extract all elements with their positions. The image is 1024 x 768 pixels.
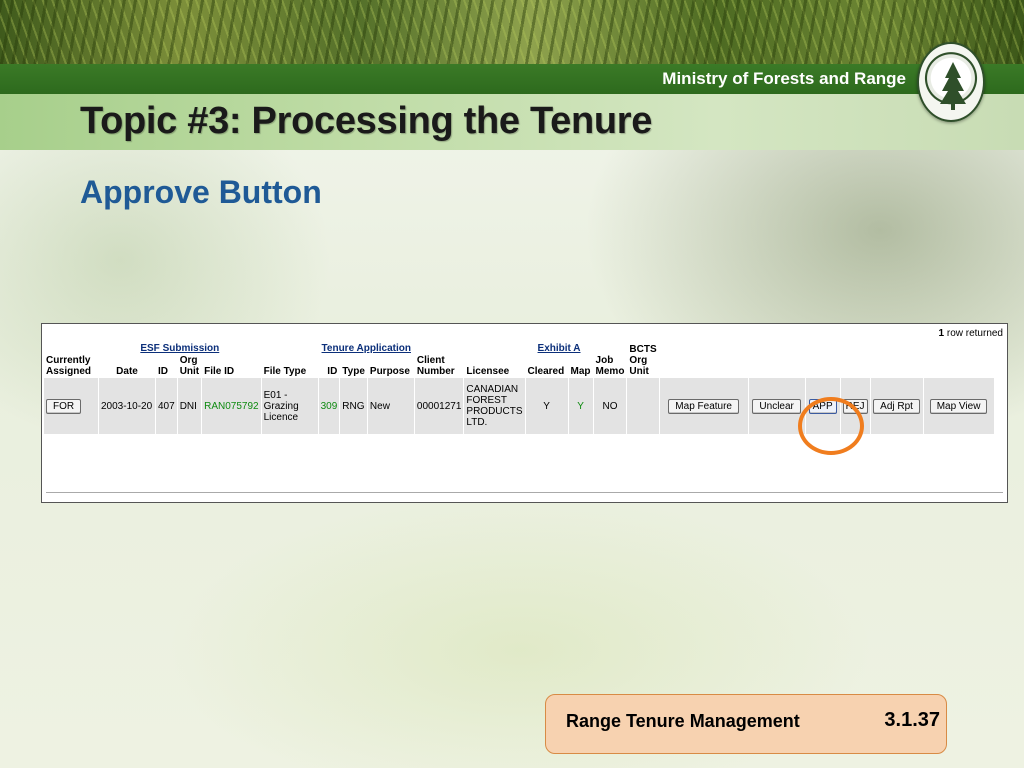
col-map: Map xyxy=(568,355,593,377)
table-divider xyxy=(46,492,1003,493)
rows-label: row returned xyxy=(946,328,1003,339)
col-purpose: Purpose xyxy=(367,355,414,377)
type-cell: RNG xyxy=(340,378,367,434)
cleared-cell: Y xyxy=(525,378,568,434)
unclear-cell: Unclear xyxy=(748,378,805,434)
forest-banner xyxy=(0,0,1024,70)
date-cell: 2003-10-20 xyxy=(99,378,155,434)
group-esf: ESF Submission xyxy=(99,343,261,354)
col-file-id: File ID xyxy=(202,355,261,377)
tenure-id-link[interactable]: 309 xyxy=(318,378,340,434)
unclear-button[interactable]: Unclear xyxy=(752,398,801,414)
col-tenure-id: ID xyxy=(318,355,340,377)
application-screenshot: 1 row returned ESF Submission Tenure App… xyxy=(41,323,1008,503)
group-exhibit: Exhibit A xyxy=(525,343,593,354)
org-unit-cell: DNI xyxy=(177,378,202,434)
footer-label: Range Tenure Management xyxy=(566,711,800,731)
for-button[interactable]: FOR xyxy=(46,398,82,414)
file-type-cell: E01 - Grazing Licence xyxy=(261,378,318,434)
slide-title: Topic #3: Processing the Tenure xyxy=(80,100,653,142)
rows-count: 1 xyxy=(938,328,945,339)
map-feature-button[interactable]: Map Feature xyxy=(668,398,739,414)
id-cell: 407 xyxy=(156,378,177,434)
col-bcts: BCTS Org Unit xyxy=(627,343,659,377)
adj-rpt-cell: Adj Rpt xyxy=(870,378,923,434)
job-memo-cell: NO xyxy=(593,378,627,434)
col-job-memo: Job Memo xyxy=(593,355,627,377)
client-number-cell: 00001271 xyxy=(414,378,464,434)
col-type: Type xyxy=(340,355,367,377)
col-licensee: Licensee xyxy=(464,355,525,377)
slide-subtitle: Approve Button xyxy=(80,174,322,210)
rows-returned: 1 row returned xyxy=(939,328,1003,339)
group-tenure: Tenure Application xyxy=(318,343,414,354)
map-view-button[interactable]: Map View xyxy=(929,398,988,414)
footer-box: Range Tenure Management 3.1.37 xyxy=(545,694,947,754)
forest-service-logo-icon xyxy=(917,42,985,122)
bcts-cell xyxy=(627,378,659,434)
approve-highlight-circle xyxy=(798,397,864,455)
licensee-cell: CANADIAN FOREST PRODUCTS LTD. xyxy=(464,378,525,434)
col-date: Date xyxy=(99,355,155,377)
file-id-link[interactable]: RAN075792 xyxy=(202,378,261,434)
adj-rpt-button[interactable]: Adj Rpt xyxy=(873,398,920,414)
purpose-cell: New xyxy=(367,378,414,434)
col-client-number: Client Number xyxy=(414,355,464,377)
assigned-cell: FOR xyxy=(44,378,98,434)
col-currently-assigned: Currently Assigned xyxy=(44,355,98,377)
map-view-cell: Map View xyxy=(923,378,994,434)
slide-number: 3.1.37 xyxy=(884,709,940,731)
group-header-row: ESF Submission Tenure Application Exhibi… xyxy=(44,343,994,377)
map-feature-cell: Map Feature xyxy=(659,378,748,434)
col-id: ID xyxy=(156,355,177,377)
map-cell: Y xyxy=(568,378,593,434)
col-cleared: Cleared xyxy=(525,355,568,377)
ministry-name: Ministry of Forests and Range xyxy=(662,69,906,88)
column-header-row: Currently Assigned Date ID Org Unit File… xyxy=(44,355,994,377)
col-file-type: File Type xyxy=(261,355,318,377)
col-org-unit: Org Unit xyxy=(177,355,202,377)
